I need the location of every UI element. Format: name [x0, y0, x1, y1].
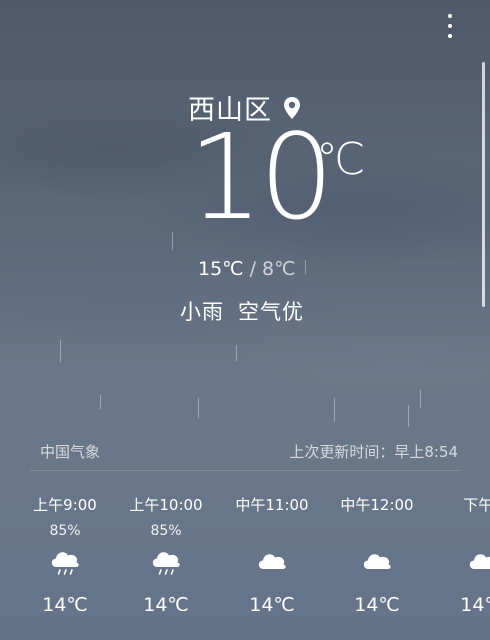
- air-quality: 空气优: [238, 300, 304, 324]
- rain-streak: [172, 232, 173, 250]
- cloud-icon: [428, 545, 490, 579]
- hour-time: 中午12:00: [340, 496, 414, 514]
- hourly-item[interactable]: 下午1 14℃: [428, 495, 490, 617]
- range-separator: /: [249, 258, 256, 280]
- precip-probability: [428, 521, 490, 541]
- hour-time: 上午9:00: [33, 496, 97, 514]
- temperature-range: 15℃ / 8℃: [198, 258, 295, 280]
- menu-dot: [448, 24, 452, 28]
- more-menu-button[interactable]: [440, 12, 460, 40]
- rain-streak: [60, 340, 61, 362]
- rain-streak: [236, 345, 237, 361]
- hour-time: 下午1: [463, 496, 490, 514]
- rain-streak: [100, 395, 101, 409]
- rain-streak: [420, 390, 421, 408]
- current-temperature: 10: [188, 108, 334, 246]
- cloud-icon: [217, 545, 327, 579]
- precip-probability: 85%: [150, 523, 182, 539]
- hour-temperature: 14℃: [460, 594, 490, 616]
- hour-time: 中午11:00: [235, 496, 309, 514]
- hour-temperature: 14℃: [354, 594, 400, 616]
- rain-streak: [334, 398, 335, 422]
- hourly-item[interactable]: 上午9:00 85% 14℃: [10, 495, 120, 617]
- hour-temperature: 14℃: [249, 594, 295, 616]
- divider: [30, 470, 460, 471]
- precip-probability: [322, 521, 432, 541]
- precip-probability: [217, 521, 327, 541]
- precip-probability: 85%: [49, 523, 81, 539]
- rain-streak: [305, 260, 306, 274]
- data-source: 中国气象: [40, 443, 101, 461]
- cloud-rain-icon: [111, 545, 221, 579]
- hourly-forecast[interactable]: 上午9:00 85% 14℃ 上午10:00 85% 14℃ 中午11:00 1…: [0, 495, 490, 640]
- hour-time: 上午10:00: [129, 496, 203, 514]
- menu-dot: [448, 14, 452, 18]
- high-temperature: 15℃: [198, 258, 244, 280]
- hourly-item[interactable]: 中午12:00 14℃: [322, 495, 432, 617]
- cloud-icon: [322, 545, 432, 579]
- rain-streak: [408, 405, 409, 427]
- hourly-item[interactable]: 上午10:00 85% 14℃: [111, 495, 221, 617]
- weather-condition: 小雨: [180, 300, 224, 324]
- cloud-rain-icon: [10, 545, 120, 579]
- condition-line: 小雨 空气优: [0, 296, 490, 326]
- menu-dot: [448, 34, 452, 38]
- temperature-unit: ℃: [316, 134, 366, 185]
- rain-streak: [198, 398, 199, 418]
- low-temperature: 8℃: [262, 258, 296, 280]
- hour-temperature: 14℃: [42, 594, 88, 616]
- last-updated: 上次更新时间：早上8:54: [289, 443, 458, 461]
- hour-temperature: 14℃: [143, 594, 189, 616]
- hourly-item[interactable]: 中午11:00 14℃: [217, 495, 327, 617]
